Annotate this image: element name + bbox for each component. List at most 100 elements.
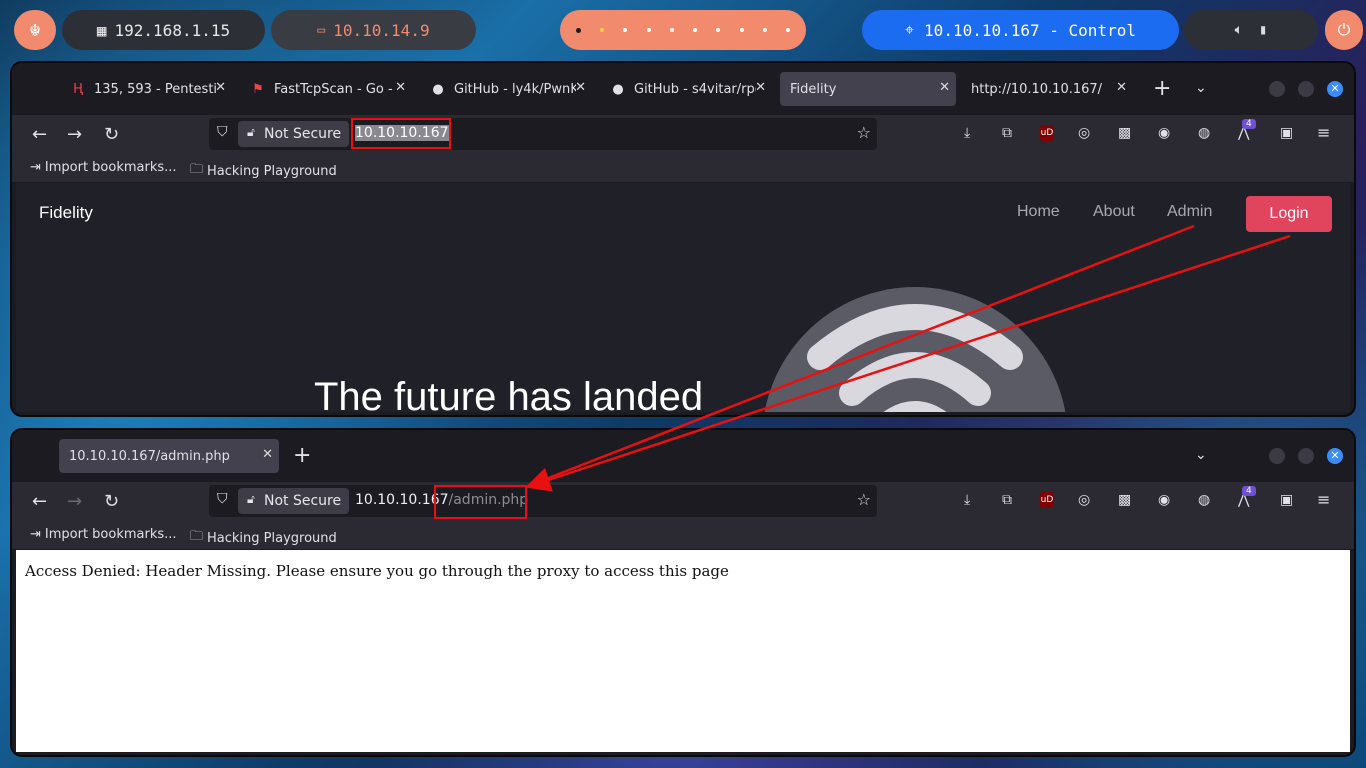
chevron-down-icon[interactable]: ⌄ — [1195, 447, 1207, 463]
extensions-icon[interactable]: ⧉ — [1002, 492, 1012, 508]
tab-hacktricks[interactable]: Ⱨ 135, 593 - Pentestin ✕ — [60, 72, 232, 106]
maximize-button[interactable] — [1298, 81, 1314, 97]
tab-github-rpc[interactable]: ● GitHub - s4vitar/rpc ✕ — [600, 72, 772, 106]
tab-label: 135, 593 - Pentestin — [94, 81, 216, 97]
bookmark-star-icon[interactable]: ☆ — [857, 490, 871, 509]
workspace-dot[interactable] — [575, 27, 581, 33]
qr-code-icon[interactable]: ▩ — [1118, 492, 1131, 508]
power-icon: ⏻ — [1337, 20, 1351, 39]
url-bar[interactable]: ⛉ 🔓︎ Not Secure 10.10.10.167 ☆ — [209, 118, 877, 150]
power-button[interactable]: ⏻ — [1325, 10, 1363, 50]
goggles-extension-icon[interactable]: ◎ — [1078, 492, 1090, 508]
shield-icon[interactable]: ⛉ — [217, 124, 228, 140]
volume-icon[interactable]: 🔈︎ — [1235, 22, 1243, 38]
maximize-button[interactable] — [1298, 448, 1314, 464]
wifi-icon — [807, 304, 1023, 412]
import-bookmarks-link[interactable]: ⇥ Import bookmarks... — [30, 160, 177, 175]
close-tab-icon[interactable]: ✕ — [395, 80, 406, 95]
back-arrow-icon[interactable]: ← — [32, 124, 47, 145]
not-secure-indicator[interactable]: 🔓︎ Not Secure — [238, 121, 350, 147]
import-bookmarks-link[interactable]: ⇥ Import bookmarks... — [30, 527, 177, 542]
folder-label: Hacking Playground — [207, 163, 337, 179]
workspace-switcher[interactable] — [560, 10, 806, 50]
download-icon[interactable]: ⤓ — [964, 125, 970, 141]
close-tab-icon[interactable]: ✕ — [939, 80, 950, 95]
workspace-dot[interactable] — [693, 28, 698, 32]
workspace-dot[interactable] — [786, 28, 791, 32]
nav-toolbar: ← → ↻ ⛉ 🔓︎ Not Secure 10.10.10.167 ☆ ⤓ ⧉… — [12, 115, 1354, 155]
close-window-button[interactable]: ✕ — [1327, 81, 1343, 97]
kali-menu-button[interactable]: ☬ — [14, 10, 56, 50]
tab-github-pwnkit[interactable]: ● GitHub - ly4k/PwnKi ✕ — [420, 72, 592, 106]
bookmark-folder-hacking[interactable]: 🗀︎ Hacking Playground — [190, 527, 337, 549]
qr-code-icon[interactable]: ▩ — [1118, 125, 1131, 141]
login-button[interactable]: Login — [1246, 196, 1332, 232]
reload-icon[interactable]: ↻ — [104, 124, 119, 145]
hamburger-menu-icon[interactable]: ≡ — [1317, 123, 1330, 142]
back-arrow-icon[interactable]: ← — [32, 491, 47, 512]
cookie-editor-icon[interactable]: ◍ — [1198, 125, 1210, 141]
close-window-button[interactable]: ✕ — [1327, 448, 1343, 464]
import-bookmarks-label: Import bookmarks... — [44, 527, 177, 542]
bookmark-folder-hacking[interactable]: 🗀︎ Hacking Playground — [190, 160, 337, 182]
tab-label: 10.10.10.167/admin.php — [69, 448, 230, 464]
extensions-icon[interactable]: ⧉ — [1002, 125, 1012, 141]
minimize-button[interactable] — [1269, 81, 1285, 97]
workspace-dot[interactable] — [599, 28, 604, 32]
bookmark-star-icon[interactable]: ☆ — [857, 123, 871, 142]
close-tab-icon[interactable]: ✕ — [755, 80, 766, 95]
tab-fidelity[interactable]: Fidelity ✕ — [780, 72, 956, 106]
system-tray[interactable]: 🔈︎ ▮ — [1184, 10, 1318, 50]
new-tab-icon[interactable]: + — [293, 443, 311, 468]
workspace-dot[interactable] — [739, 28, 744, 32]
new-tab-icon[interactable]: + — [1153, 76, 1171, 101]
close-tab-icon[interactable]: ✕ — [262, 447, 273, 462]
close-tab-icon[interactable]: ✕ — [215, 80, 226, 95]
workspace-dot[interactable] — [646, 28, 651, 32]
nav-admin-link[interactable]: Admin — [1167, 203, 1212, 221]
tab-http-target[interactable]: http://10.10.10.167/ ✕ — [961, 72, 1133, 106]
close-tab-icon[interactable]: ✕ — [1116, 80, 1127, 95]
nav-home-link[interactable]: Home — [1017, 203, 1060, 221]
forward-arrow-icon[interactable]: → — [67, 124, 82, 145]
hamburger-menu-icon[interactable]: ≡ — [1317, 490, 1330, 509]
screenshot-extension-icon[interactable]: ▣ — [1280, 492, 1293, 508]
target-widget: ⌖ 10.10.10.167 - Control — [862, 10, 1179, 50]
download-icon[interactable]: ⤓ — [964, 492, 970, 508]
ublock-icon[interactable]: uD — [1040, 125, 1054, 141]
forward-arrow-icon[interactable]: → — [67, 491, 82, 512]
folder-label: Hacking Playground — [207, 530, 337, 546]
cookie-editor-icon[interactable]: ◍ — [1198, 492, 1210, 508]
shield-icon[interactable]: ⛉ — [217, 491, 228, 507]
url-bar[interactable]: ⛉ 🔓︎ Not Secure 10.10.10.167/admin.php ☆ — [209, 485, 877, 517]
battery-icon[interactable]: ▮ — [1259, 22, 1267, 38]
cookie-icon[interactable]: ◉ — [1158, 492, 1170, 508]
ublock-icon[interactable]: uD — [1040, 492, 1054, 508]
cookie-icon[interactable]: ◉ — [1158, 125, 1170, 141]
screenshot-extension-icon[interactable]: ▣ — [1280, 125, 1293, 141]
laptop-icon: ▭ — [317, 22, 326, 38]
import-icon: ⇥ — [30, 527, 41, 542]
site-brand[interactable]: Fidelity — [39, 203, 93, 223]
folder-icon: 🗀︎ — [190, 162, 204, 177]
not-secure-label: Not Secure — [264, 493, 342, 509]
goggles-extension-icon[interactable]: ◎ — [1078, 125, 1090, 141]
nav-about-link[interactable]: About — [1093, 203, 1135, 221]
workspace-dot[interactable] — [716, 28, 721, 32]
github-icon: ● — [432, 81, 444, 97]
not-secure-label: Not Secure — [264, 126, 342, 142]
vpn-ip-widget: ▭ 10.10.14.9 — [271, 10, 476, 50]
local-ip-widget: ▦ 192.168.1.15 — [62, 10, 265, 50]
minimize-button[interactable] — [1269, 448, 1285, 464]
workspace-dot[interactable] — [669, 28, 674, 32]
reload-icon[interactable]: ↻ — [104, 491, 119, 512]
workspace-dot[interactable] — [763, 28, 768, 32]
tab-admin-php[interactable]: 10.10.10.167/admin.php ✕ — [59, 439, 279, 473]
tab-fasttcpscan[interactable]: ⚑ FastTcpScan - Go - H ✕ — [240, 72, 412, 106]
not-secure-indicator[interactable]: 🔓︎ Not Secure — [238, 488, 350, 514]
chevron-down-icon[interactable]: ⌄ — [1195, 80, 1207, 96]
workspace-dot[interactable] — [623, 28, 628, 32]
close-tab-icon[interactable]: ✕ — [575, 80, 586, 95]
login-label: Login — [1269, 205, 1309, 222]
tab-label: FastTcpScan - Go - H — [274, 81, 396, 97]
